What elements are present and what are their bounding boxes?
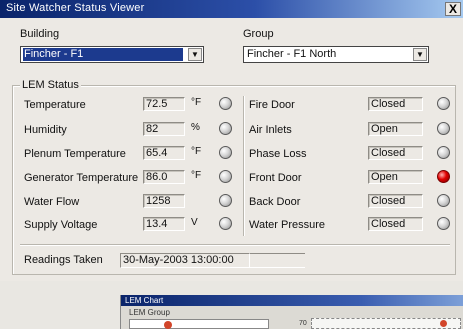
sensor-label: Water Flow <box>24 196 80 208</box>
door-label: Back Door <box>249 196 301 208</box>
sensor-unit: % <box>191 122 200 133</box>
building-label: Building <box>20 28 60 40</box>
door-value: Open <box>368 170 423 184</box>
lem-chart-window[interactable]: LEM Chart LEM Group 70 <box>120 295 463 329</box>
door-value: Closed <box>368 217 423 231</box>
door-value: Open <box>368 122 423 136</box>
sensor-unit: °F <box>191 97 202 108</box>
door-label: Phase Loss <box>249 148 307 160</box>
status-indicator-icon <box>219 170 232 183</box>
lem-chart-title[interactable]: LEM Chart <box>121 295 463 306</box>
door-label: Air Inlets <box>249 124 292 136</box>
sensor-label: Humidity <box>24 124 67 136</box>
status-indicator-icon <box>437 122 450 135</box>
building-select[interactable]: Fincher - F1 ▼ <box>20 46 204 63</box>
status-indicator-icon <box>437 97 450 110</box>
lem-chart-area <box>311 318 461 329</box>
chevron-down-icon[interactable]: ▼ <box>188 48 202 61</box>
door-label: Water Pressure <box>249 219 326 231</box>
title-bar[interactable]: Site Watcher Status Viewer X <box>0 0 463 18</box>
group-select[interactable]: Fincher - F1 North ▼ <box>243 46 429 63</box>
status-indicator-icon <box>219 146 232 159</box>
marker-icon <box>440 320 447 327</box>
lem-status-title: LEM Status <box>20 79 81 91</box>
door-value: Closed <box>368 97 423 111</box>
sensor-unit: °F <box>191 170 202 181</box>
section-separator <box>20 244 450 246</box>
sensor-unit: °F <box>191 146 202 157</box>
readings-label: Readings Taken <box>24 254 103 266</box>
sensor-unit: V <box>191 217 198 228</box>
chevron-down-icon[interactable]: ▼ <box>413 48 427 61</box>
sensor-value: 1258 <box>143 194 185 208</box>
status-indicator-icon <box>219 194 232 207</box>
window-title: Site Watcher Status Viewer <box>6 2 145 14</box>
group-label: Group <box>243 28 274 40</box>
status-indicator-icon <box>219 122 232 135</box>
sensor-value: 86.0 <box>143 170 185 184</box>
readings-value: 30-May-2003 13:00:00 <box>120 253 250 268</box>
alarm-indicator-icon <box>437 170 450 183</box>
lem-group-label: LEM Group <box>129 308 170 317</box>
sensor-value: 72.5 <box>143 97 185 111</box>
sensor-value: 13.4 <box>143 217 185 231</box>
lem-group-select[interactable] <box>129 319 269 329</box>
door-label: Front Door <box>249 172 302 184</box>
column-divider <box>243 96 245 236</box>
status-indicator-icon <box>219 97 232 110</box>
status-indicator-icon <box>219 217 232 230</box>
close-button[interactable]: X <box>445 2 461 16</box>
status-indicator-icon <box>437 194 450 207</box>
building-select-value: Fincher - F1 <box>23 48 183 61</box>
sensor-label: Supply Voltage <box>24 219 98 231</box>
sensor-value: 82 <box>143 122 185 136</box>
readings-field-edge <box>250 253 305 268</box>
door-value: Closed <box>368 146 423 160</box>
door-value: Closed <box>368 194 423 208</box>
door-label: Fire Door <box>249 99 295 111</box>
sensor-label: Plenum Temperature <box>24 148 126 160</box>
status-viewer-window: Site Watcher Status Viewer X Building Fi… <box>0 0 463 329</box>
sensor-value: 65.4 <box>143 146 185 160</box>
sensor-label: Generator Temperature <box>24 172 139 184</box>
status-indicator-icon <box>437 217 450 230</box>
sensor-label: Temperature <box>24 99 86 111</box>
marker-icon <box>164 321 172 329</box>
lem-chart-axis-label: 70 <box>299 320 307 327</box>
group-select-value: Fincher - F1 North <box>247 48 337 60</box>
status-indicator-icon <box>437 146 450 159</box>
